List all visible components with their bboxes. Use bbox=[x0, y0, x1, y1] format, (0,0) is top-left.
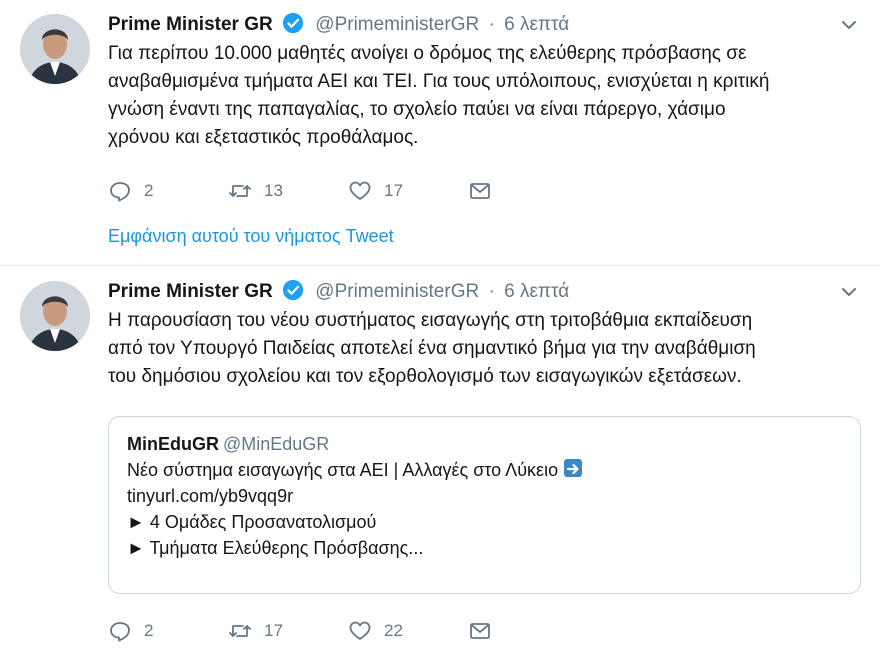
quoted-text-line: ► Τμήματα Ελεύθερης Πρόσβασης... bbox=[127, 538, 424, 558]
separator-dot: · bbox=[488, 14, 495, 35]
tweet-text: Για περίπου 10.000 μαθητές ανοίγει ο δρό… bbox=[108, 40, 868, 152]
message-button[interactable] bbox=[468, 176, 504, 206]
author-name[interactable]: Prime Minister GR bbox=[108, 281, 273, 302]
reply-icon bbox=[110, 182, 130, 202]
retweet-button[interactable]: 17 bbox=[228, 616, 283, 646]
reply-button[interactable]: 2 bbox=[108, 176, 153, 206]
separator-dot: · bbox=[488, 281, 495, 302]
retweet-icon bbox=[229, 185, 251, 197]
tweet-text-line: από τον Υπουργό Παιδείας αποτελεί ένα ση… bbox=[108, 338, 756, 359]
reply-count: 2 bbox=[144, 181, 154, 200]
tweet-text-line: Για περίπου 10.000 μαθητές ανοίγει ο δρό… bbox=[108, 43, 747, 64]
show-thread-link[interactable]: Εμφάνιση αυτού του νήματος Tweet bbox=[108, 226, 394, 247]
tweet-actions: 2 17 22 bbox=[108, 616, 508, 646]
tweet-header: Prime Minister GR @PrimeministerGR · 6 λ… bbox=[108, 10, 569, 40]
like-count: 22 bbox=[384, 621, 403, 640]
chevron-down-icon[interactable] bbox=[838, 14, 860, 36]
envelope-icon bbox=[470, 183, 490, 199]
reply-icon bbox=[110, 622, 130, 642]
retweet-icon bbox=[229, 625, 251, 637]
retweet-button[interactable]: 13 bbox=[228, 176, 283, 206]
heart-icon bbox=[349, 621, 371, 640]
tweet-text-line: χρόνου και εξεταστικός προθάλαμος. bbox=[108, 127, 419, 148]
right-arrow-icon bbox=[564, 459, 583, 477]
message-button[interactable] bbox=[468, 616, 504, 646]
quoted-text-line: tinyurl.com/yb9vqq9r bbox=[127, 486, 294, 506]
tweet-text-line: γνώση έναντι της παπαγαλίας, το σχολείο … bbox=[108, 99, 726, 120]
quoted-author-handle: @MinEduGR bbox=[223, 434, 330, 454]
timestamp[interactable]: 6 λεπτά bbox=[504, 14, 569, 35]
verified-badge-icon bbox=[282, 12, 304, 34]
like-button[interactable]: 17 bbox=[348, 176, 403, 206]
heart-icon bbox=[349, 181, 371, 200]
quoted-text-line: ► 4 Ομάδες Προσανατολισμού bbox=[127, 512, 377, 532]
tweet-text-line: του δημόσιου σχολείου και τον εξορθολογι… bbox=[108, 366, 742, 387]
author-name[interactable]: Prime Minister GR bbox=[108, 14, 273, 35]
chevron-down-icon[interactable] bbox=[838, 281, 860, 303]
like-count: 17 bbox=[384, 181, 403, 200]
tweet[interactable]: Prime Minister GR @PrimeministerGR · 6 λ… bbox=[0, 267, 880, 656]
quoted-author-name: MinEduGR bbox=[127, 434, 219, 454]
tweet-header: Prime Minister GR @PrimeministerGR · 6 λ… bbox=[108, 277, 569, 307]
tweet-actions: 2 13 17 bbox=[108, 176, 508, 206]
retweet-count: 13 bbox=[264, 181, 283, 200]
tweet[interactable]: Prime Minister GR @PrimeministerGR · 6 λ… bbox=[0, 0, 880, 266]
avatar[interactable] bbox=[20, 14, 90, 84]
tweet-text: Η παρουσίαση του νέου συστήματος εισαγωγ… bbox=[108, 307, 868, 391]
envelope-icon bbox=[470, 623, 490, 639]
like-button[interactable]: 22 bbox=[348, 616, 403, 646]
retweet-count: 17 bbox=[264, 621, 283, 640]
reply-button[interactable]: 2 bbox=[108, 616, 153, 646]
quoted-tweet-header: MinEduGR @MinEduGR bbox=[127, 431, 842, 457]
author-handle[interactable]: @PrimeministerGR bbox=[315, 281, 479, 302]
timestamp[interactable]: 6 λεπτά bbox=[504, 281, 569, 302]
tweet-text-line: Η παρουσίαση του νέου συστήματος εισαγωγ… bbox=[108, 310, 753, 331]
avatar[interactable] bbox=[20, 281, 90, 351]
avatar-image bbox=[20, 14, 90, 84]
tweet-text-line: αναβαθμισμένα τμήματα ΑΕΙ και ΤΕΙ. Για τ… bbox=[108, 71, 770, 92]
author-handle[interactable]: @PrimeministerGR bbox=[315, 14, 479, 35]
verified-badge-icon bbox=[282, 279, 304, 301]
quoted-text: Νέο σύστημα εισαγωγής στα ΑΕΙ | Αλλαγές … bbox=[127, 460, 559, 480]
reply-count: 2 bbox=[144, 621, 154, 640]
quoted-tweet[interactable]: MinEduGR @MinEduGR Νέο σύστημα εισαγωγής … bbox=[108, 416, 861, 594]
avatar-image bbox=[20, 281, 90, 351]
quoted-text-line: Νέο σύστημα εισαγωγής στα ΑΕΙ | Αλλαγές … bbox=[127, 457, 842, 483]
